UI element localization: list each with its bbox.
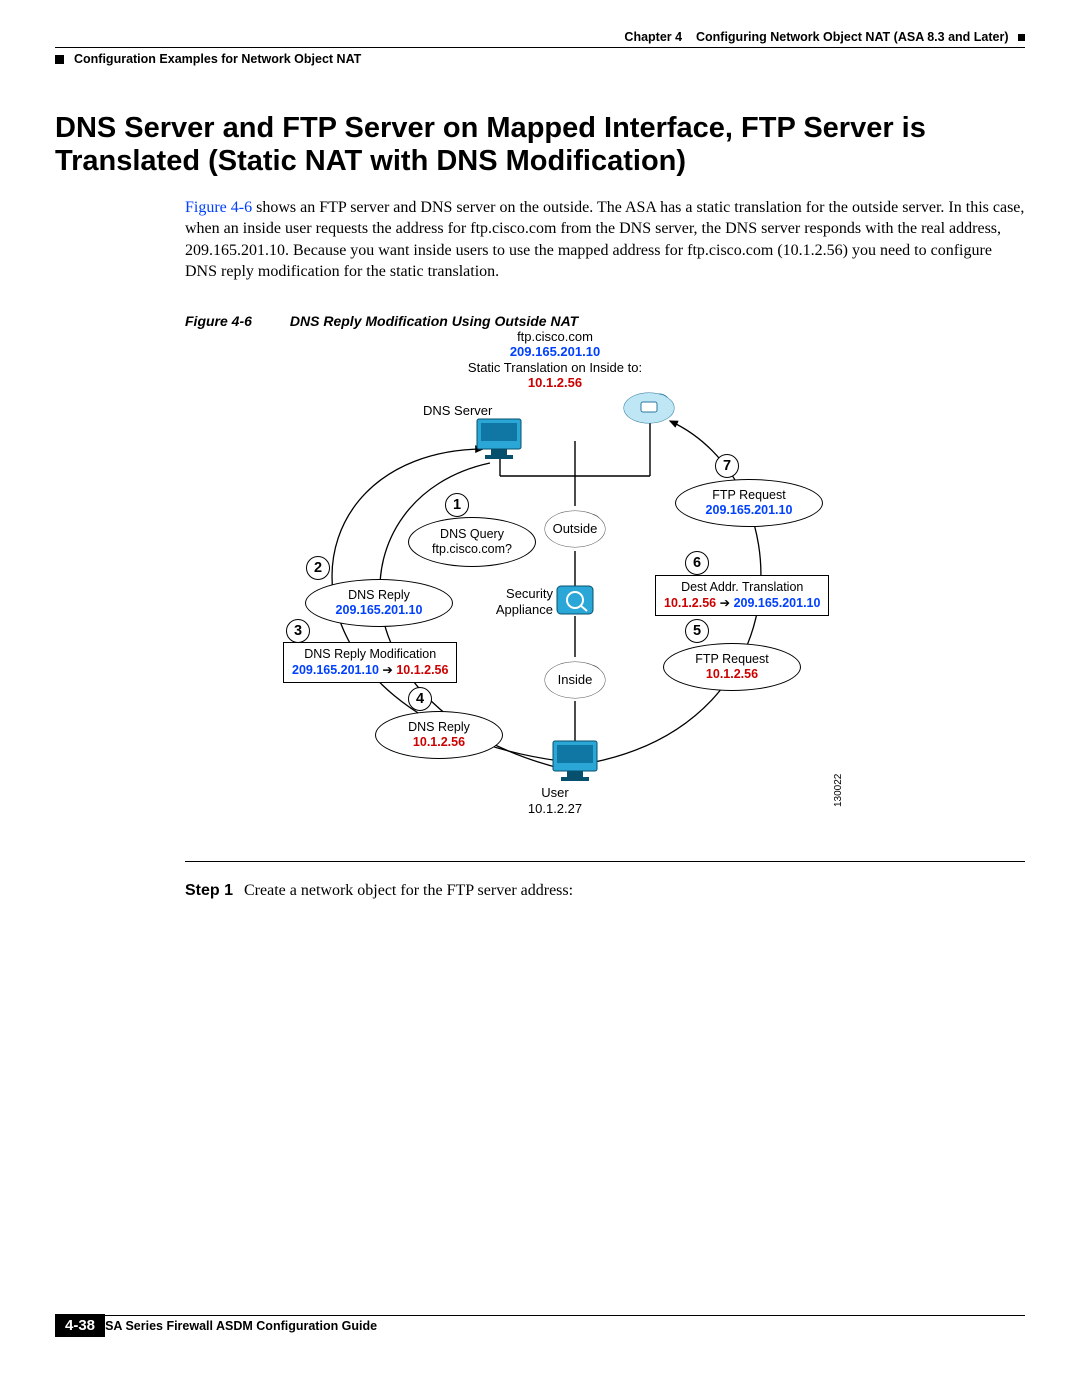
footer-doc-title: Cisco ASA Series Firewall ASDM Configura… (59, 1319, 377, 1333)
section-title: DNS Server and FTP Server on Mapped Inte… (55, 112, 1025, 179)
node-ftp-request-outside: FTP Request 209.165.201.10 (675, 479, 823, 527)
intro-paragraph: Figure 4-6 shows an FTP server and DNS s… (185, 197, 1025, 283)
figure-label: Figure 4-6 (185, 313, 252, 329)
figure-caption-text: DNS Reply Modification Using Outside NAT (290, 313, 578, 329)
figure-reference-link[interactable]: Figure 4-6 (185, 199, 252, 216)
step-1-label: Step 1 (185, 882, 240, 900)
header-start-marker (55, 55, 64, 64)
node-dns-query: DNS Query ftp.cisco.com? (408, 517, 536, 567)
diagram: ftp.cisco.com 209.165.201.10 Static Tran… (245, 341, 865, 841)
breadcrumb: Configuration Examples for Network Objec… (74, 52, 361, 66)
chapter-header-right: Chapter 4 Configuring Network Object NAT… (55, 30, 1025, 44)
intro-text: shows an FTP server and DNS server on th… (185, 199, 1024, 281)
inside-cloud-label: Inside (558, 672, 593, 687)
step-marker-2: 2 (306, 556, 330, 580)
step-marker-5: 5 (685, 619, 709, 643)
user-ip: 10.1.2.27 (245, 801, 865, 817)
chapter-number: Chapter 4 (624, 30, 682, 44)
figure-caption: Figure 4-6 DNS Reply Modification Using O… (185, 313, 1025, 329)
step-marker-1: 1 (445, 493, 469, 517)
step-marker-6: 6 (685, 551, 709, 575)
page-footer: Cisco ASA Series Firewall ASDM Configura… (0, 1315, 1080, 1333)
step-1-text: Create a network object for the FTP serv… (244, 882, 573, 899)
ftp-host-ip: 209.165.201.10 (245, 344, 865, 360)
page-number: 4-38 (55, 1314, 105, 1337)
step-marker-3: 3 (286, 619, 310, 643)
outside-cloud-label: Outside (553, 521, 598, 536)
figure-id: 130022 (833, 774, 844, 807)
ftp-host-label: ftp.cisco.com (245, 329, 865, 345)
inside-cloud: Inside (543, 657, 607, 703)
node-dest-addr-translation: Dest Addr. Translation 10.1.2.56 ➔ 209.1… (655, 575, 829, 616)
dns-server-label: DNS Server (423, 403, 492, 419)
outside-cloud: Outside (543, 506, 607, 552)
header-end-marker (1018, 34, 1025, 41)
user-label: User (245, 785, 865, 801)
node-dns-reply-modification: DNS Reply Modification 209.165.201.10 ➔ … (283, 642, 457, 683)
step-marker-7: 7 (715, 454, 739, 478)
step-marker-4: 4 (408, 687, 432, 711)
node-ftp-request-inside: FTP Request 10.1.2.56 (663, 643, 801, 691)
security-appliance-label: SecurityAppliance (495, 586, 553, 617)
chapter-title: Configuring Network Object NAT (ASA 8.3 … (696, 30, 1009, 44)
node-dns-reply-outside: DNS Reply 209.165.201.10 (305, 579, 453, 627)
section-rule (185, 861, 1025, 862)
static-translation-label: Static Translation on Inside to: (245, 360, 865, 376)
static-translation-ip: 10.1.2.56 (245, 375, 865, 391)
step-1-row: Step 1 Create a network object for the F… (185, 882, 1025, 900)
node-dns-reply-inside: DNS Reply 10.1.2.56 (375, 711, 503, 759)
